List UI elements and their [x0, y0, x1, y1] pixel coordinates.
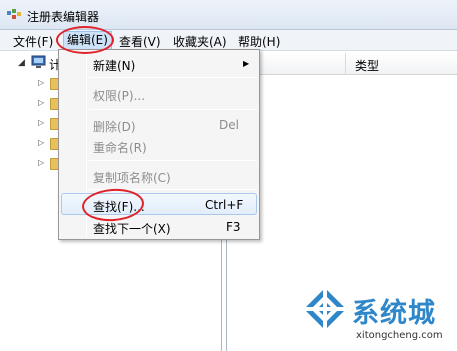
- menu-item-find-next[interactable]: 查找下一个(X): [93, 220, 171, 237]
- tree-node[interactable]: ▷: [38, 137, 61, 151]
- shortcut-delete: Del: [219, 118, 239, 132]
- menu-item-rename[interactable]: 重命名(R): [93, 139, 147, 156]
- menu-item-new[interactable]: 新建(N): [93, 57, 135, 74]
- menu-separator: [89, 109, 257, 110]
- collapse-arrow-icon[interactable]: ◢: [18, 58, 25, 68]
- menu-item-copy-key-name[interactable]: 复制项名称(C): [93, 169, 171, 186]
- watermark-brand: 系统城: [352, 298, 436, 329]
- tree-node[interactable]: ▷: [38, 97, 61, 111]
- column-divider[interactable]: [345, 53, 346, 75]
- expand-arrow-icon[interactable]: ▷: [38, 138, 44, 147]
- title-bar: 注册表编辑器: [0, 0, 457, 30]
- expand-arrow-icon[interactable]: ▷: [38, 118, 44, 127]
- expand-arrow-icon[interactable]: ▷: [38, 78, 44, 87]
- menu-item-permissions[interactable]: 权限(P)...: [93, 87, 145, 104]
- brand-logo-icon: [304, 288, 346, 330]
- window-title: 注册表编辑器: [27, 10, 100, 24]
- menu-item-delete[interactable]: 删除(D): [93, 118, 136, 135]
- expand-arrow-icon[interactable]: ▷: [38, 158, 44, 167]
- annotation-circle-edit-menu: [56, 26, 114, 54]
- expand-arrow-icon[interactable]: ▷: [38, 98, 44, 107]
- menu-separator: [89, 77, 257, 78]
- tree-node[interactable]: ▷: [38, 157, 61, 171]
- tree-node[interactable]: ▷: [38, 117, 61, 131]
- computer-icon: [31, 55, 46, 68]
- tree-node[interactable]: ▷: [38, 77, 61, 91]
- shortcut-find: Ctrl+F: [205, 198, 244, 212]
- list-column-header: [227, 53, 457, 75]
- menu-favorites[interactable]: 收藏夹(A): [173, 33, 227, 50]
- menu-file[interactable]: 文件(F): [13, 33, 53, 50]
- menu-help[interactable]: 帮助(H): [238, 33, 280, 50]
- shortcut-find-next: F3: [226, 220, 241, 234]
- registry-editor-icon: [7, 9, 21, 19]
- column-type-header[interactable]: 类型: [355, 57, 379, 74]
- watermark-logo: 系统城 xitongcheng.com: [302, 286, 457, 351]
- submenu-arrow-icon: ▶: [243, 59, 250, 68]
- menu-view[interactable]: 查看(V): [119, 33, 161, 50]
- menu-separator: [89, 160, 257, 161]
- watermark-url: xitongcheng.com: [356, 330, 443, 341]
